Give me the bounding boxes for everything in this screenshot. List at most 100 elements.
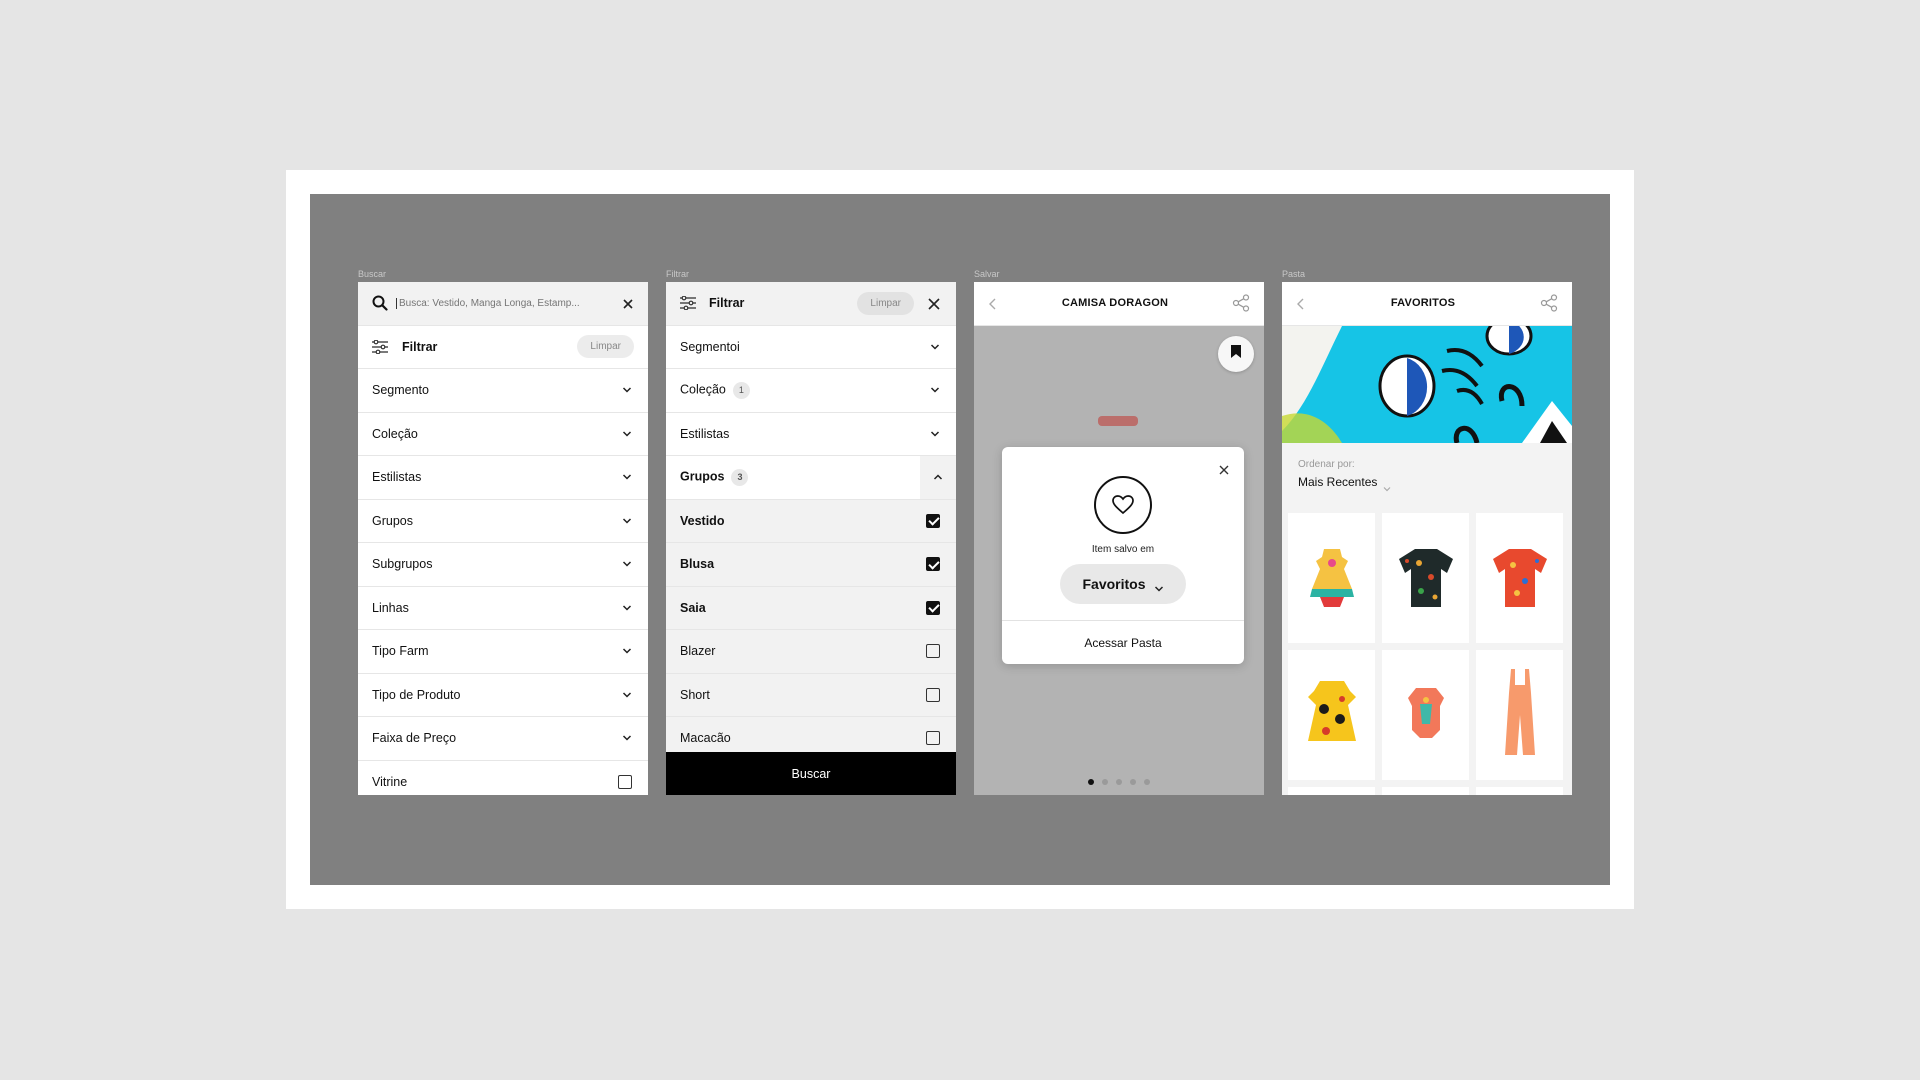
chevron-down-icon [622,472,632,482]
carousel-dot[interactable] [1088,779,1094,785]
folder-banner-image [1282,326,1572,443]
vitrine-checkbox[interactable] [618,775,632,790]
sort-label: Ordenar por: [1298,459,1355,470]
filter-list-item-label: Segmento [372,383,429,398]
filter-list-item[interactable]: Tipo Farm [358,630,648,674]
filter-list-item-label: Faixa de Preço [372,731,457,746]
clear-button[interactable]: Limpar [577,335,634,359]
search-input[interactable] [396,297,616,309]
sort-dropdown[interactable]: Mais Recentes [1298,475,1391,492]
screen-salvar: CAMISA DORAGON Item salvo em Favoritos A… [974,282,1264,795]
filter-option-item[interactable]: Blusa [666,543,956,587]
product-tile[interactable] [1476,787,1563,795]
chevron-down-icon [622,733,632,743]
product-tile[interactable] [1288,787,1375,795]
carousel-dot[interactable] [1116,779,1122,785]
chevron-down-icon [622,603,632,613]
filter-list-item[interactable]: Estilistas [358,456,648,500]
clear-button[interactable]: Limpar [857,291,914,315]
folder-selector[interactable]: Favoritos [1060,564,1186,604]
filter-option-item[interactable]: Saia [666,586,956,630]
filter-list: Segmento Coleção Estilistas Grupos Subgrupos… [358,369,648,761]
back-chevron-icon[interactable] [988,297,998,310]
filter-option-label: Saia [680,600,706,615]
screen-filtrar: Filtrar Limpar Segmentoi Coleção 1 Estilist… [666,282,956,795]
yellow-dress-thumbnail [1307,681,1356,741]
filter-option-checkbox[interactable] [926,687,940,702]
selection-count-badge: 1 [732,381,750,399]
filter-option-item[interactable]: Blazer [666,630,956,674]
product-tile[interactable] [1382,787,1469,795]
filter-list-item[interactable]: Subgrupos [358,543,648,587]
folder-topbar: FAVORITOS [1282,282,1572,326]
product-tile[interactable] [1288,513,1375,643]
filter-list-item[interactable]: Segmento [358,369,648,413]
carousel-dot[interactable] [1130,779,1136,785]
filter-list-item[interactable]: Tipo de Produto [358,674,648,717]
chevron-down-icon [930,429,940,439]
bookmark-button[interactable] [1218,336,1254,372]
screen-label-salvar: Salvar [974,269,1000,279]
filter-category-item[interactable]: Estilistas [666,413,956,456]
carousel-dot[interactable] [1144,779,1150,785]
filter-option-item[interactable]: Vestido [666,499,956,543]
filter-option-label: Blusa [680,557,715,572]
filter-category-label: Estilistas [680,426,730,441]
close-icon[interactable] [1219,462,1229,475]
filter-category-label: Grupos 3 [680,468,940,486]
filter-option-label: Vestido [680,513,725,528]
dark-shirt-thumbnail [1398,549,1453,607]
list-item-label: Vitrine [372,775,408,790]
filter-option-checkbox[interactable] [926,731,940,746]
carousel-dot[interactable] [1102,779,1108,785]
filter-list-item[interactable]: Linhas [358,587,648,630]
filter-category-label: Coleção 1 [680,381,930,399]
filter-option-checkbox[interactable] [926,557,940,572]
filter-category-item[interactable]: Grupos 3 [666,456,956,500]
sort-value: Mais Recentes [1298,475,1378,489]
filter-option-item[interactable]: Short [666,673,956,717]
filter-list-item[interactable]: Faixa de Preço [358,717,648,761]
search-button[interactable]: Buscar [666,752,956,795]
filter-list-item-label: Tipo Farm [372,644,429,659]
filter-option-label: Short [680,687,710,702]
save-modal: Item salvo em Favoritos Acessar Pasta [1002,447,1244,664]
filter-category-item[interactable]: Segmentoi [666,326,956,369]
chevron-down-icon [622,385,632,395]
product-tile[interactable] [1382,650,1469,780]
product-tile[interactable] [1476,513,1563,643]
back-chevron-icon[interactable] [1296,297,1306,310]
product-tile[interactable] [1382,513,1469,643]
folder-name: Favoritos [1082,576,1146,592]
list-item-vitrine[interactable]: Vitrine [358,761,648,796]
chevron-down-icon [930,342,940,352]
share-icon[interactable] [1540,294,1558,312]
screen-pasta: FAVORITOS Ordenar por: Mais Recentes [1282,282,1572,795]
close-icon[interactable] [622,297,634,309]
filter-title: Filtrar [709,296,745,311]
screen-label-buscar: Buscar [358,269,387,279]
filter-option-label: Macacão [680,731,731,746]
access-folder-button[interactable]: Acessar Pasta [1002,621,1244,664]
filter-list-item[interactable]: Grupos [358,500,648,543]
search-icon [372,295,388,311]
filter-option-checkbox[interactable] [926,600,940,615]
product-tile[interactable] [1476,650,1563,780]
chevron-down-icon [622,690,632,700]
screen-label-filtrar: Filtrar [666,269,689,279]
orange-jumpsuit-thumbnail [1504,669,1535,755]
filter-category-item[interactable]: Coleção 1 [666,369,956,413]
filter-option-checkbox[interactable] [926,644,940,659]
share-icon[interactable] [1232,294,1250,312]
orange-bodysuit-thumbnail [1407,688,1444,738]
product-tile[interactable] [1288,650,1375,780]
filter-list-item[interactable]: Coleção [358,413,648,456]
screen-buscar: Filtrar Limpar Segmento Coleção Estilistas… [358,282,648,795]
chevron-down-icon [1383,479,1391,492]
collapse-toggle[interactable] [920,456,956,499]
filter-option-checkbox[interactable] [926,513,940,528]
saved-in-label: Item salvo em [1091,544,1155,555]
filter-list-item-label: Estilistas [372,470,422,485]
close-icon[interactable] [928,297,940,310]
filter-options-list: Vestido Blusa Saia Blazer Short Macacão [666,499,956,761]
